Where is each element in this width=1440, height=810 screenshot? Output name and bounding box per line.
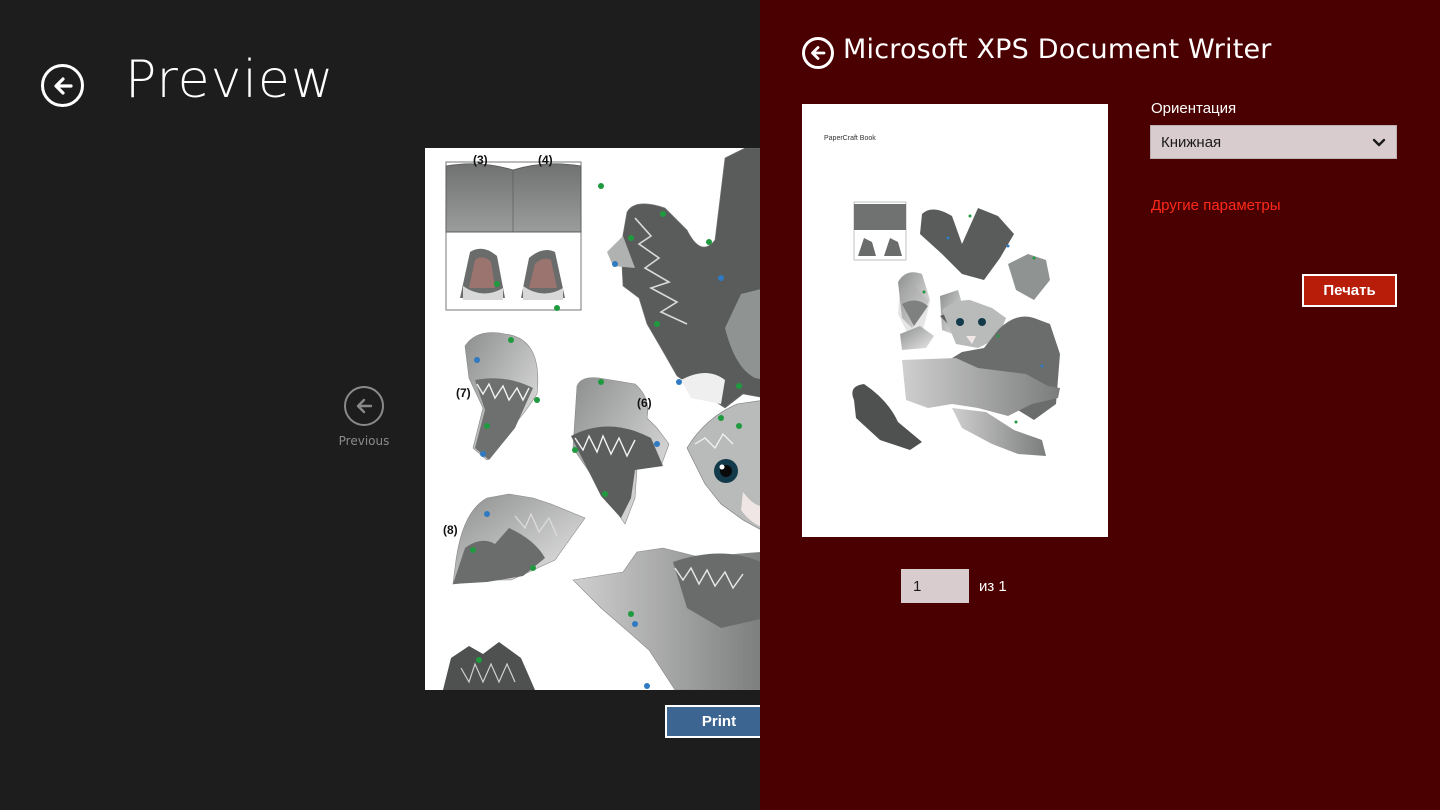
part-label-4: (4) bbox=[538, 153, 553, 167]
printer-name: Microsoft XPS Document Writer bbox=[843, 34, 1272, 65]
panel-back-button[interactable] bbox=[802, 37, 834, 69]
thumbnail-illustration bbox=[852, 201, 1060, 456]
orientation-value: Книжная bbox=[1161, 133, 1222, 151]
part-label-6: (6) bbox=[637, 396, 652, 410]
page-title: Preview bbox=[125, 50, 335, 110]
chevron-down-icon bbox=[1372, 138, 1386, 147]
preview-pane: Preview Previous (3) (4) (7) (6) (8) Pri… bbox=[0, 0, 760, 810]
arrow-left-icon bbox=[53, 76, 73, 95]
page-number-input[interactable] bbox=[901, 569, 969, 603]
print-button[interactable]: Print bbox=[665, 705, 760, 738]
part-label-8: (8) bbox=[443, 523, 458, 537]
previous-label: Previous bbox=[338, 434, 390, 448]
print-settings-panel: Microsoft XPS Document Writer PaperCraft… bbox=[760, 0, 1440, 810]
previous-icon bbox=[344, 386, 384, 426]
arrow-left-icon bbox=[811, 46, 826, 60]
part-label-3: (3) bbox=[473, 153, 488, 167]
orientation-select[interactable]: Книжная bbox=[1150, 125, 1397, 159]
part-label-7: (7) bbox=[456, 386, 471, 400]
page-thumbnail: PaperCraft Book bbox=[802, 104, 1108, 537]
orientation-label: Ориентация bbox=[1151, 100, 1237, 117]
back-button[interactable] bbox=[41, 64, 84, 107]
page-total-label: из 1 bbox=[979, 578, 1007, 595]
more-settings-link[interactable]: Другие параметры bbox=[1151, 197, 1281, 214]
previous-page-button[interactable]: Previous bbox=[336, 386, 392, 448]
print-confirm-button[interactable]: Печать bbox=[1302, 274, 1397, 307]
papercraft-illustration: (3) (4) (7) (6) (8) bbox=[443, 148, 760, 690]
page-preview: (3) (4) (7) (6) (8) bbox=[425, 148, 760, 690]
